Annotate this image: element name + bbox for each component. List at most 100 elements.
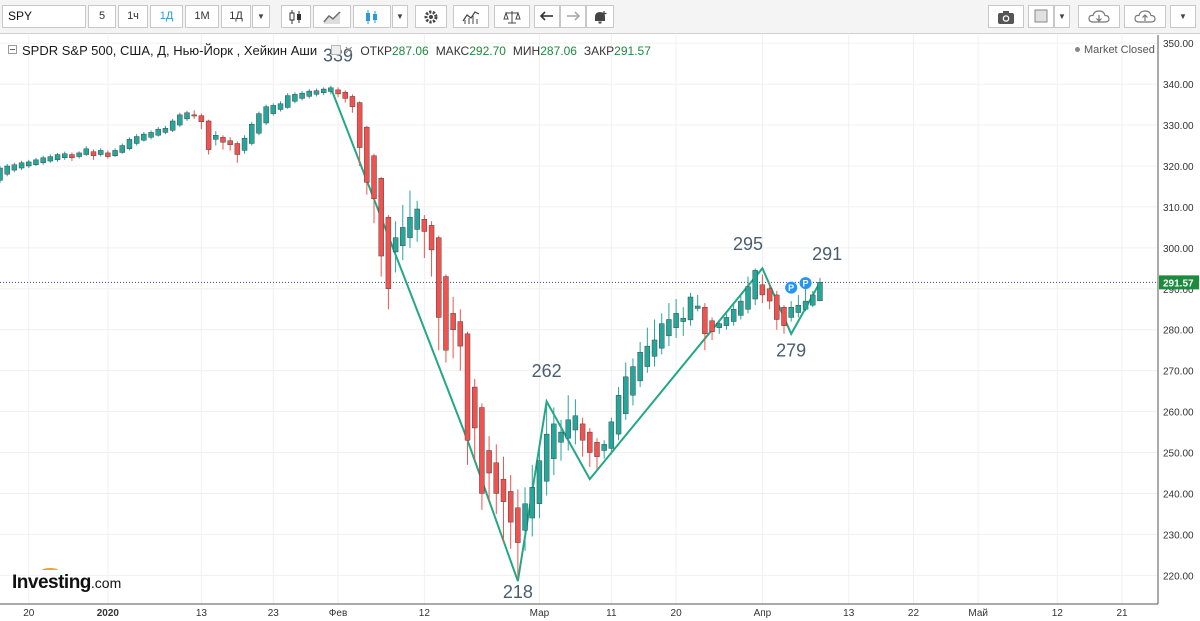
candle xyxy=(62,151,68,160)
collapse-icon[interactable] xyxy=(8,45,17,54)
candle xyxy=(306,89,312,99)
y-tick-label: 240.00 xyxy=(1163,489,1194,500)
logo-suffix: .com xyxy=(90,575,122,591)
candle-body xyxy=(4,165,10,175)
candle xyxy=(738,294,744,320)
candle-body xyxy=(608,421,615,449)
candle-body xyxy=(285,95,291,108)
candle-body xyxy=(11,164,18,171)
candle xyxy=(594,438,600,469)
candle xyxy=(313,88,320,97)
y-tick-label: 330.00 xyxy=(1163,121,1194,132)
candle-body xyxy=(565,419,571,439)
candle-body xyxy=(356,102,363,148)
x-tick-label: 2020 xyxy=(97,608,120,619)
candle xyxy=(687,292,694,326)
candle xyxy=(83,146,90,156)
candle-body xyxy=(126,139,133,149)
candle xyxy=(385,215,392,310)
candle-body xyxy=(349,96,356,107)
candle-body xyxy=(795,304,802,313)
candle-body xyxy=(205,120,212,150)
x-tick-label: 12 xyxy=(419,608,431,619)
candle xyxy=(443,274,449,363)
candle xyxy=(213,131,219,146)
candle-body xyxy=(371,155,377,199)
candle xyxy=(644,327,651,373)
candle-body xyxy=(500,478,507,502)
candle xyxy=(33,157,39,166)
candle xyxy=(191,110,197,119)
y-tick-label: 230.00 xyxy=(1163,530,1194,541)
candle xyxy=(342,90,348,103)
candle xyxy=(709,317,715,340)
candle-body xyxy=(766,288,773,302)
candle-body xyxy=(241,137,248,151)
candle xyxy=(184,110,190,121)
candle xyxy=(11,162,18,173)
candle-body xyxy=(486,450,492,474)
candle-body xyxy=(659,323,665,349)
x-tick-label: 11 xyxy=(606,608,617,619)
wave-line xyxy=(329,87,821,582)
candle-body xyxy=(594,442,600,457)
x-tick-label: 21 xyxy=(1116,608,1128,619)
candle xyxy=(507,475,514,549)
candle xyxy=(637,342,643,388)
market-status-text: Market Closed xyxy=(1084,44,1155,56)
open-label: ОТКР xyxy=(360,44,392,58)
price-chart[interactable]: PP 339218262295279291 220.00230.00240.00… xyxy=(0,0,1200,621)
candle-body xyxy=(407,216,413,238)
candle-body xyxy=(299,92,305,99)
close-icon[interactable]: ✕ xyxy=(344,44,353,57)
wave-labels: 339218262295279291 xyxy=(323,46,842,602)
candle-body xyxy=(529,487,535,519)
candle-body xyxy=(119,145,125,153)
candle xyxy=(795,294,802,318)
candle-body xyxy=(810,294,816,306)
candle-body xyxy=(457,321,464,347)
candle-body xyxy=(191,114,197,117)
candle-body xyxy=(378,178,384,257)
status-dot-icon xyxy=(1075,47,1080,52)
candle-body xyxy=(579,423,586,441)
candle xyxy=(378,177,384,277)
candle-body xyxy=(623,376,629,414)
candle-body xyxy=(40,157,46,163)
candle-body xyxy=(781,307,787,326)
candle-body xyxy=(738,300,744,316)
candle-body xyxy=(169,120,176,131)
candle-body xyxy=(234,143,241,155)
candle-body xyxy=(227,140,233,145)
candle xyxy=(680,307,686,336)
candle-body xyxy=(277,103,284,110)
candle xyxy=(270,103,277,116)
candle xyxy=(40,155,46,165)
candle-body xyxy=(702,307,708,335)
candle-body xyxy=(615,395,622,435)
wave-label: 295 xyxy=(733,234,763,254)
x-tick-label: 12 xyxy=(1052,608,1064,619)
candle-body xyxy=(62,153,68,159)
candle xyxy=(450,296,456,359)
candle-body xyxy=(551,423,557,459)
series-settings-icon[interactable] xyxy=(331,45,342,55)
candle-body xyxy=(18,162,25,169)
high-label: МАКС xyxy=(435,44,470,58)
candles xyxy=(0,85,823,578)
candle-body xyxy=(0,167,3,181)
wave-label: 218 xyxy=(503,582,533,602)
wave-label: 279 xyxy=(776,340,806,360)
candle xyxy=(601,440,607,459)
investing-logo: Investing.com xyxy=(12,568,122,594)
candle xyxy=(486,436,492,502)
candle xyxy=(788,301,794,322)
candle-body xyxy=(464,333,471,441)
candle-body xyxy=(364,126,370,183)
candle xyxy=(69,152,75,162)
candle xyxy=(277,101,284,112)
candle xyxy=(285,93,291,109)
badge-label: P xyxy=(788,283,794,293)
candle xyxy=(428,221,435,277)
candle xyxy=(227,137,233,151)
